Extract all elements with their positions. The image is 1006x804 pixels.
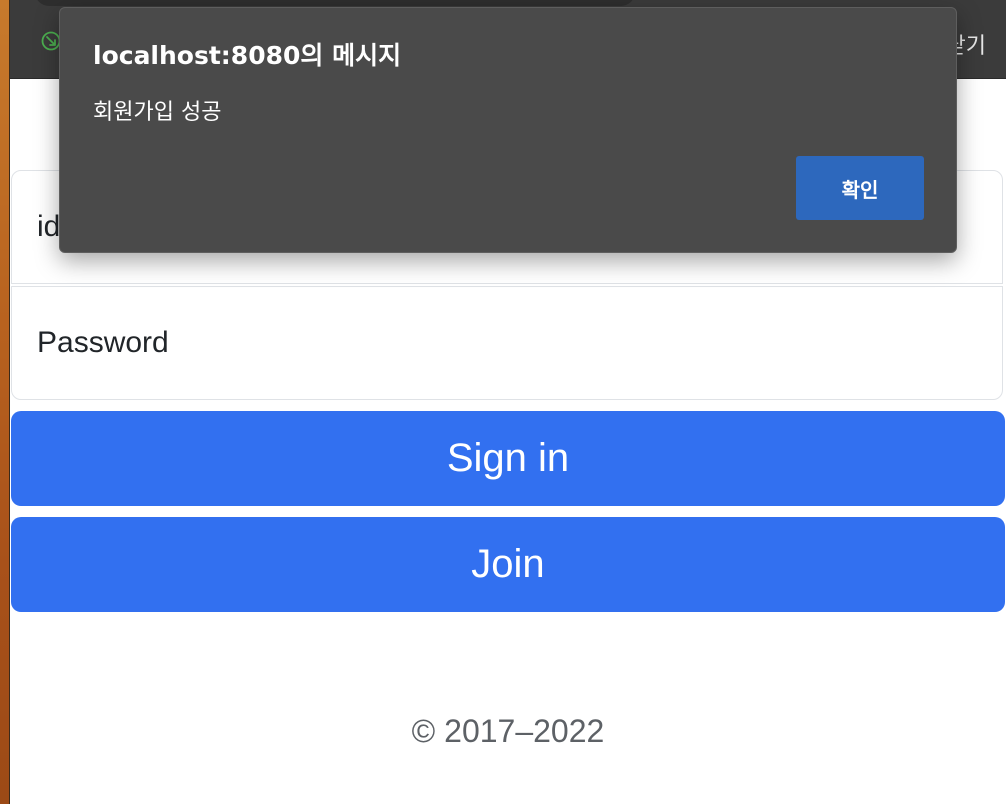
download-icon[interactable] (41, 31, 61, 51)
dialog-message: 회원가입 성공 (93, 100, 222, 125)
password-placeholder: Password (37, 326, 169, 359)
confirm-button[interactable]: 확인 (796, 156, 924, 220)
sign-in-button[interactable]: Sign in (11, 411, 1005, 506)
password-input[interactable]: Password (11, 286, 1003, 400)
id-placeholder: id (37, 210, 61, 243)
desktop-wallpaper (0, 0, 9, 804)
join-button[interactable]: Join (11, 517, 1005, 612)
dialog-title: localhost:8080의 메시지 (93, 41, 402, 70)
alert-dialog: localhost:8080의 메시지 회원가입 성공 확인 (59, 7, 957, 253)
browser-address-bar[interactable] (35, 0, 635, 6)
copyright-footer: © 2017–2022 (411, 713, 605, 749)
